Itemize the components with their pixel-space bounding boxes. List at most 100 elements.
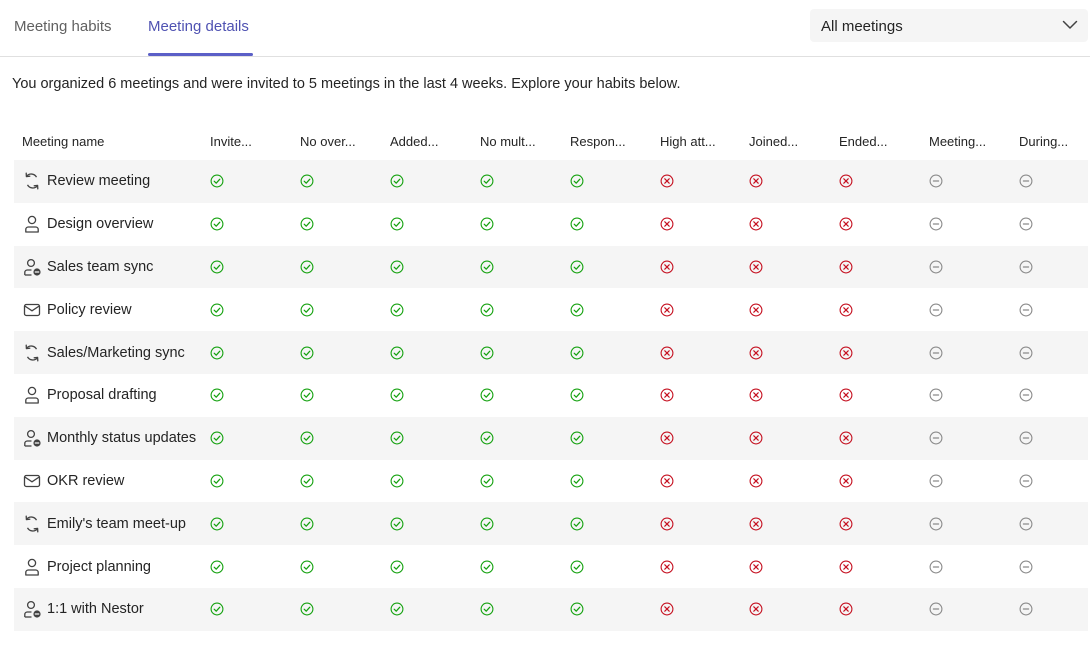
- neutral-circle-icon: [929, 303, 943, 317]
- table-row[interactable]: Emily's team meet-up: [14, 502, 1088, 546]
- error-circle-icon: [660, 431, 674, 445]
- table-row[interactable]: Proposal drafting: [14, 374, 1088, 417]
- check-circle-icon: [210, 560, 224, 574]
- column-header-meeting-name[interactable]: Meeting name: [22, 134, 104, 149]
- neutral-circle-icon: [1019, 388, 1033, 402]
- check-circle-icon: [390, 174, 404, 188]
- check-circle-icon: [390, 517, 404, 531]
- check-circle-icon: [480, 260, 494, 274]
- person-blocked-icon: [24, 258, 41, 276]
- column-header-5[interactable]: Respon...: [570, 134, 626, 149]
- neutral-circle-icon: [1019, 346, 1033, 360]
- meeting-name-cell: Monthly status updates: [22, 417, 196, 460]
- error-circle-icon: [839, 560, 853, 574]
- check-circle-icon: [480, 303, 494, 317]
- error-circle-icon: [749, 346, 763, 360]
- person-icon: [25, 558, 39, 576]
- column-header-10[interactable]: During...: [1019, 134, 1068, 149]
- error-circle-icon: [749, 174, 763, 188]
- column-header-4[interactable]: No mult...: [480, 134, 536, 149]
- meeting-name: Proposal drafting: [47, 387, 157, 404]
- column-header-2[interactable]: No over...: [300, 134, 356, 149]
- table-row[interactable]: Design overview: [14, 203, 1088, 246]
- check-circle-icon: [300, 560, 314, 574]
- neutral-circle-icon: [929, 431, 943, 445]
- check-circle-icon: [570, 431, 584, 445]
- error-circle-icon: [839, 217, 853, 231]
- check-circle-icon: [390, 388, 404, 402]
- meeting-name: Monthly status updates: [47, 430, 197, 447]
- meeting-name-cell: Project planning: [22, 545, 151, 588]
- error-circle-icon: [660, 217, 674, 231]
- error-circle-icon: [660, 560, 674, 574]
- table-row[interactable]: Monthly status updates: [14, 416, 1088, 460]
- check-circle-icon: [480, 602, 494, 616]
- meeting-name: 1:1 with Nestor: [47, 601, 144, 618]
- meeting-name: OKR review: [47, 472, 125, 489]
- table-row[interactable]: Review meeting: [14, 160, 1088, 203]
- error-circle-icon: [839, 174, 853, 188]
- check-circle-icon: [480, 217, 494, 231]
- table-row[interactable]: Policy review: [14, 288, 1088, 331]
- meetings-filter-dropdown[interactable]: All meetings: [810, 9, 1088, 42]
- tab-meeting-habits[interactable]: Meeting habits: [14, 18, 112, 35]
- check-circle-icon: [570, 602, 584, 616]
- table-row[interactable]: Sales team sync: [14, 245, 1088, 289]
- person-blocked-icon: [24, 601, 41, 619]
- check-circle-icon: [300, 602, 314, 616]
- column-header-8[interactable]: Ended...: [839, 134, 887, 149]
- check-circle-icon: [300, 346, 314, 360]
- check-circle-icon: [210, 474, 224, 488]
- recurring-icon: [25, 344, 39, 362]
- error-circle-icon: [660, 346, 674, 360]
- check-circle-icon: [480, 474, 494, 488]
- neutral-circle-icon: [929, 388, 943, 402]
- tab-meeting-details[interactable]: Meeting details: [148, 18, 249, 35]
- check-circle-icon: [210, 517, 224, 531]
- table-row[interactable]: Sales/Marketing sync: [14, 331, 1088, 374]
- neutral-circle-icon: [929, 560, 943, 574]
- column-header-7[interactable]: Joined...: [749, 134, 798, 149]
- table-row[interactable]: OKR review: [14, 460, 1088, 503]
- check-circle-icon: [210, 346, 224, 360]
- check-circle-icon: [210, 431, 224, 445]
- column-header-6[interactable]: High att...: [660, 134, 716, 149]
- error-circle-icon: [839, 602, 853, 616]
- meeting-name-cell: Proposal drafting: [22, 374, 157, 417]
- error-circle-icon: [839, 517, 853, 531]
- mail-icon: [23, 474, 41, 488]
- check-circle-icon: [570, 560, 584, 574]
- column-header-9[interactable]: Meeting...: [929, 134, 986, 149]
- column-header-1[interactable]: Invite...: [210, 134, 252, 149]
- check-circle-icon: [300, 260, 314, 274]
- check-circle-icon: [300, 174, 314, 188]
- person-icon: [25, 215, 39, 233]
- check-circle-icon: [570, 388, 584, 402]
- neutral-circle-icon: [1019, 474, 1033, 488]
- check-circle-icon: [570, 346, 584, 360]
- tab-bar: Meeting habits Meeting details All meeti…: [0, 0, 1090, 57]
- error-circle-icon: [749, 602, 763, 616]
- error-circle-icon: [660, 602, 674, 616]
- recurring-icon: [25, 172, 39, 190]
- check-circle-icon: [480, 560, 494, 574]
- check-circle-icon: [570, 260, 584, 274]
- check-circle-icon: [570, 303, 584, 317]
- table-row[interactable]: Project planning: [14, 545, 1088, 588]
- check-circle-icon: [300, 431, 314, 445]
- check-circle-icon: [300, 303, 314, 317]
- chevron-down-icon: [1062, 20, 1078, 29]
- check-circle-icon: [390, 217, 404, 231]
- neutral-circle-icon: [929, 174, 943, 188]
- table-header-row: Meeting name Invite... No over... Added... N…: [14, 120, 1088, 160]
- column-header-3[interactable]: Added...: [390, 134, 438, 149]
- check-circle-icon: [570, 517, 584, 531]
- meeting-name-cell: Sales/Marketing sync: [22, 331, 185, 374]
- active-tab-indicator: [148, 53, 253, 56]
- meeting-name: Sales/Marketing sync: [47, 344, 185, 361]
- table-row[interactable]: 1:1 with Nestor: [14, 587, 1088, 631]
- check-circle-icon: [210, 260, 224, 274]
- error-circle-icon: [749, 388, 763, 402]
- neutral-circle-icon: [1019, 431, 1033, 445]
- check-circle-icon: [480, 431, 494, 445]
